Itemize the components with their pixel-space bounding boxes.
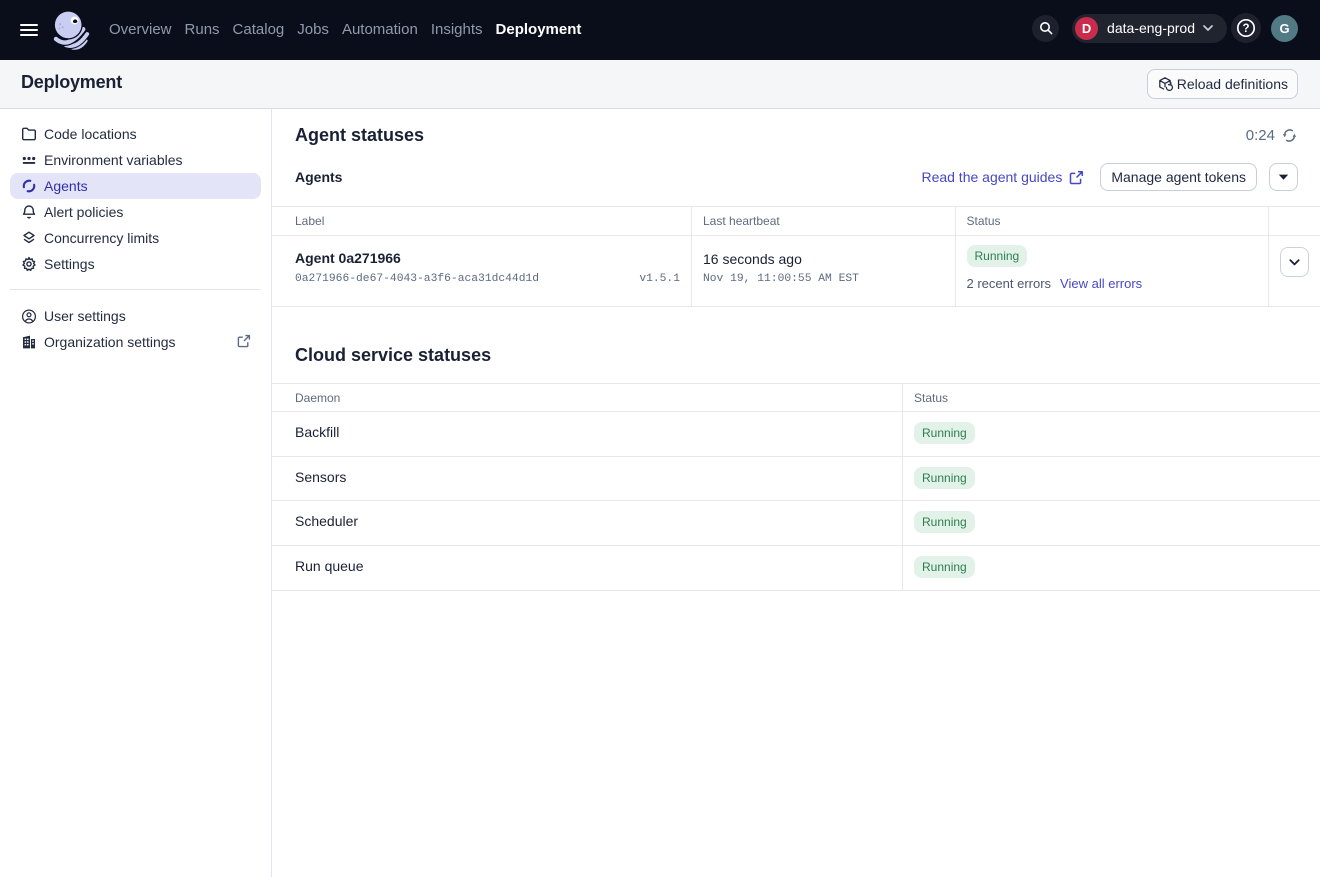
svg-text:?: ? — [1242, 23, 1249, 35]
